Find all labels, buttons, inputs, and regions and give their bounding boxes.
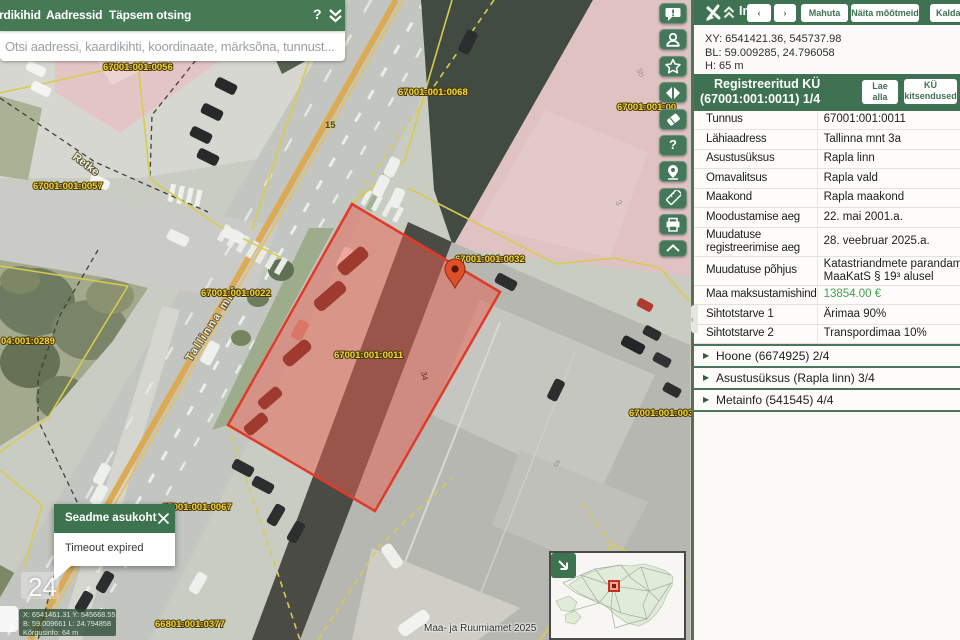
svg-text:67001:001:0011: 67001:001:0011 bbox=[334, 350, 404, 361]
svg-text:66801:001:0377: 66801:001:0377 bbox=[155, 619, 225, 630]
svg-text:67001:001:0032: 67001:001:0032 bbox=[455, 254, 525, 265]
svg-text:67001:001:0056: 67001:001:0056 bbox=[103, 62, 173, 73]
svg-text:67001:001:0068: 67001:001:0068 bbox=[398, 87, 468, 98]
svg-text:15: 15 bbox=[325, 120, 336, 131]
svg-text:67001:001:0022: 67001:001:0022 bbox=[201, 288, 271, 299]
svg-text:67001:001:0057: 67001:001:0057 bbox=[33, 181, 103, 192]
svg-text:67001:001:0037: 67001:001:0037 bbox=[629, 408, 699, 419]
svg-text:04:001:0289: 04:001:0289 bbox=[1, 336, 55, 347]
